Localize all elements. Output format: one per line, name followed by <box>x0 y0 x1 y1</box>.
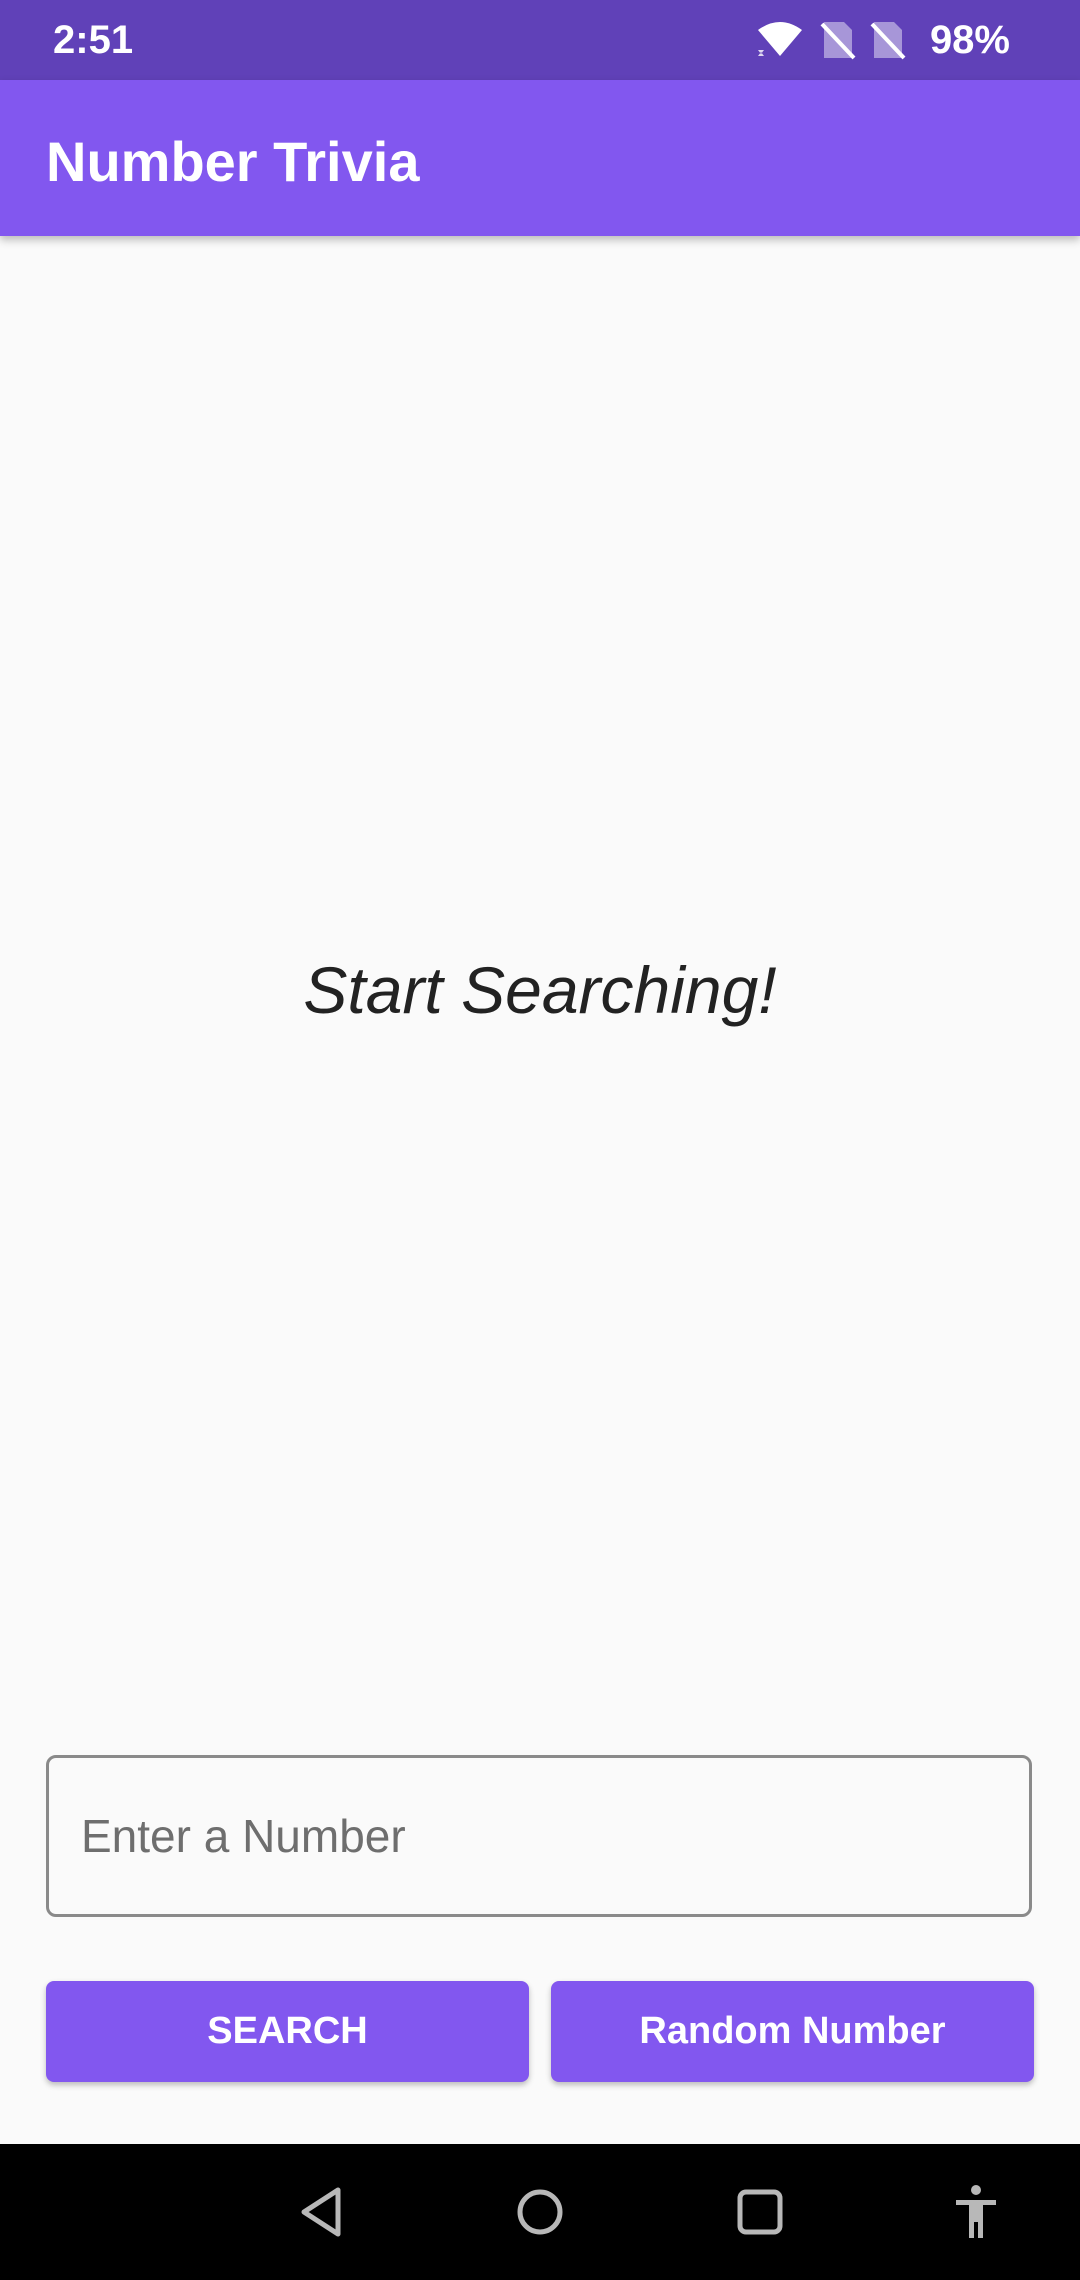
app-screen: 2:51 98% Number Trivia Start Searching! … <box>0 0 1080 2280</box>
no-sim-icon <box>870 20 906 60</box>
search-button[interactable]: SEARCH <box>46 1981 529 2082</box>
number-input[interactable] <box>46 1755 1032 1917</box>
status-bar: 2:51 98% <box>0 0 1080 80</box>
status-icons: 98% <box>756 17 1010 63</box>
start-message: Start Searching! <box>303 953 777 1027</box>
home-icon[interactable] <box>480 2144 600 2280</box>
status-time: 2:51 <box>53 18 134 62</box>
wifi-icon <box>756 20 804 60</box>
accessibility-icon[interactable] <box>916 2144 1036 2280</box>
app-bar: Number Trivia <box>0 80 1080 236</box>
random-number-button[interactable]: Random Number <box>551 1981 1034 2082</box>
navigation-bar <box>0 2144 1080 2280</box>
app-title: Number Trivia <box>46 130 420 193</box>
random-number-button-label: Random Number <box>639 2010 946 2052</box>
back-icon[interactable] <box>262 2144 382 2280</box>
battery-level: 98% <box>929 18 1010 62</box>
recents-icon[interactable] <box>700 2144 820 2280</box>
search-button-label: SEARCH <box>207 2010 368 2052</box>
no-sim-icon <box>820 20 856 60</box>
